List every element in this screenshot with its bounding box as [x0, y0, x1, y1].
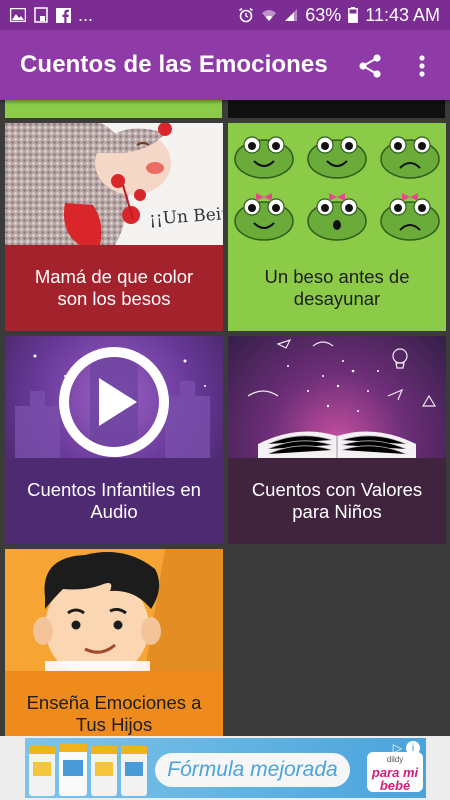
story-card-cuentos-audio[interactable]: Cuentos Infantiles en Audio — [5, 336, 223, 544]
story-thumbnail — [5, 336, 223, 458]
signal-icon — [284, 8, 298, 22]
story-title: Cuentos Infantiles en Audio — [5, 458, 223, 544]
story-title: Mamá de que color son los besos — [5, 245, 223, 331]
share-button[interactable] — [352, 48, 388, 84]
ad-choices-icon[interactable]: i — [406, 741, 420, 755]
story-card-beso-desayunar[interactable]: Un beso antes de desayunar — [228, 123, 446, 331]
story-thumbnail — [228, 336, 446, 458]
ad-banner[interactable]: Fórmula mejorada dildy para mi bebé i ▷ — [0, 736, 450, 800]
frog-faces-illustration — [234, 136, 440, 241]
story-thumbnail — [228, 123, 446, 245]
app-screen: ... 63% 11:43 AM Cuentos de las Emocione… — [0, 0, 450, 800]
partial-card-right[interactable] — [228, 100, 445, 118]
battery-icon — [348, 7, 359, 23]
overflow-menu-button[interactable] — [408, 48, 436, 84]
wifi-icon — [261, 8, 277, 22]
app-title: Cuentos de las Emociones — [20, 51, 328, 78]
story-thumbnail — [5, 549, 223, 671]
frog-face — [307, 193, 367, 241]
battery-percent: 63% — [305, 4, 342, 25]
facebook-icon — [56, 7, 71, 23]
story-title: Cuentos con Valores para Niños — [228, 458, 446, 544]
story-title: Un beso antes de desayunar — [228, 245, 446, 331]
story-card-ensena-emociones[interactable]: Enseña Emociones a Tus Hijos — [5, 549, 223, 736]
frog-face — [380, 136, 440, 179]
ad-brand-line1: para mi — [371, 764, 419, 780]
partial-card-left[interactable] — [5, 100, 222, 118]
frog-face — [307, 136, 367, 179]
cast-icon — [33, 7, 49, 23]
frog-face — [234, 136, 294, 179]
more-vert-icon — [419, 55, 425, 77]
frog-face — [380, 193, 440, 241]
image-icon — [10, 8, 26, 22]
alarm-icon — [238, 7, 254, 23]
story-card-cuentos-valores[interactable]: Cuentos con Valores para Niños — [228, 336, 446, 544]
story-card-mama-besos[interactable]: ¡¡Un Beito!! Mamá de que color son los b… — [5, 123, 223, 331]
notification-area: ... — [10, 5, 93, 26]
share-icon — [359, 54, 381, 78]
open-book-illustration — [247, 338, 437, 458]
more-notifications-indicator: ... — [78, 4, 94, 25]
app-bar: Cuentos de las Emociones — [0, 30, 450, 100]
frog-face — [234, 193, 294, 241]
ad-headline: Fórmula mejorada — [155, 753, 350, 787]
story-title: Enseña Emociones a Tus Hijos — [5, 671, 223, 736]
ad-close-icon[interactable]: ▷ — [393, 741, 402, 755]
story-grid: ¡¡Un Beito!! Mamá de que color son los b… — [0, 100, 450, 736]
play-illustration — [15, 344, 210, 458]
story-thumbnail: ¡¡Un Beito!! — [5, 123, 223, 245]
ad-creative[interactable]: Fórmula mejorada dildy para mi bebé i ▷ — [25, 738, 426, 798]
ad-brand-logo: dildy para mi bebé — [367, 752, 423, 792]
system-tray: 63% 11:43 AM — [238, 5, 440, 26]
boy-face-illustration — [5, 549, 223, 671]
clock: 11:43 AM — [365, 4, 440, 25]
status-bar: ... 63% 11:43 AM — [0, 0, 450, 30]
formula-cans-image — [29, 744, 147, 796]
ad-brand-line2: bebé — [379, 777, 411, 793]
